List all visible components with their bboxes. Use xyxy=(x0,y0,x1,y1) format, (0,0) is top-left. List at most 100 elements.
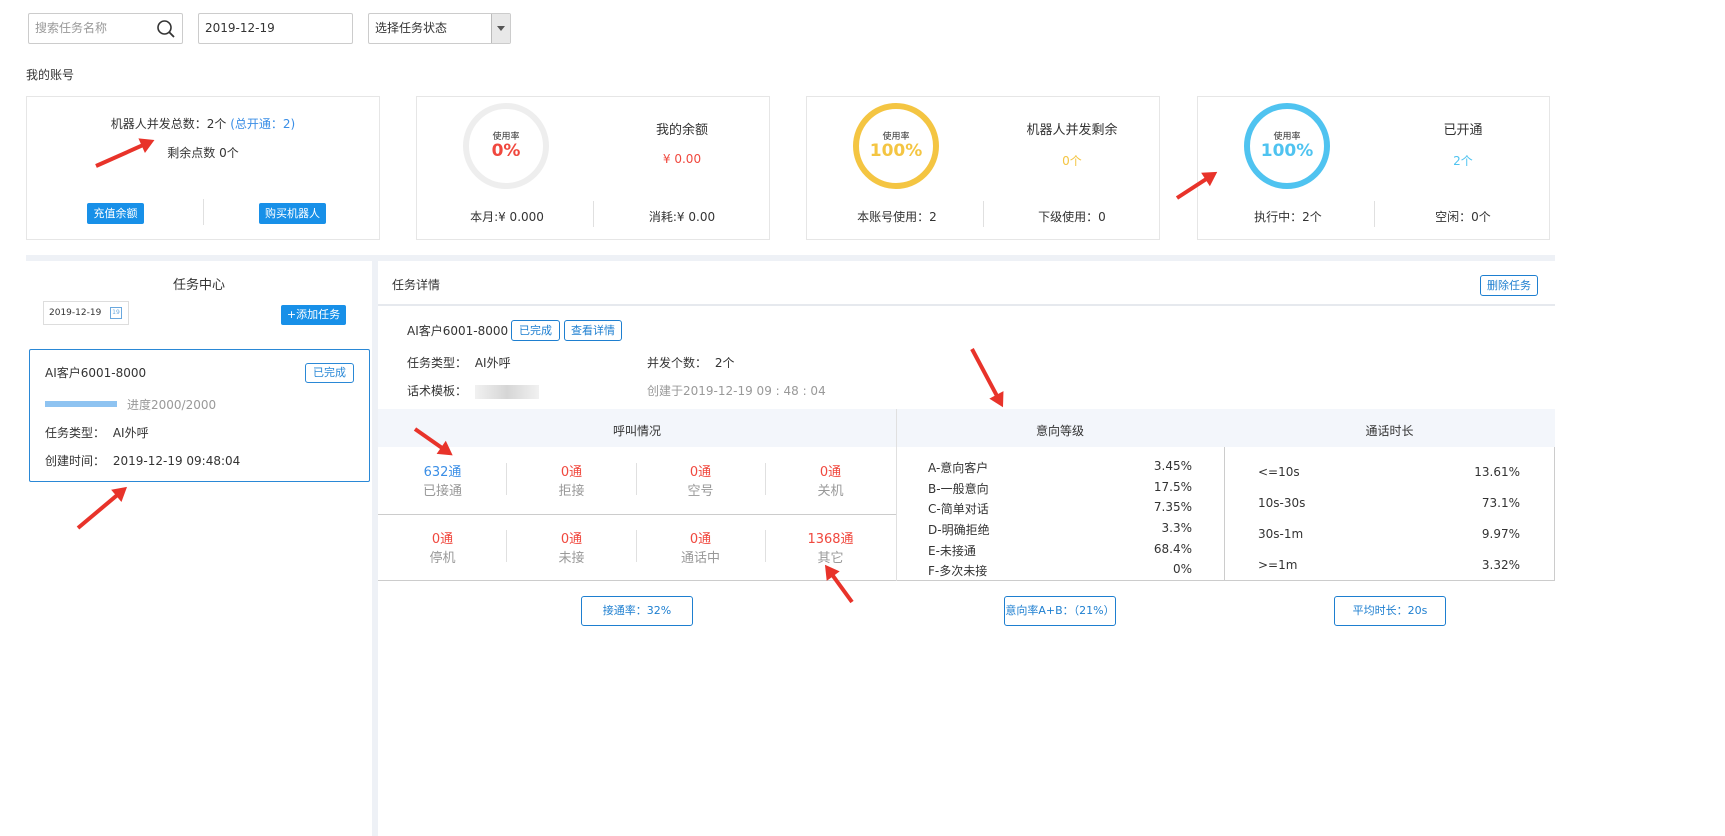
call-count: 0通 xyxy=(819,465,842,480)
card-title: 机器人并发剩余 xyxy=(1026,123,1118,138)
duration-list: <=10s 13.61% 10s-30s 73.1% 30s-1m 9.97% … xyxy=(1258,465,1520,589)
usage-ring: 使用率 100% xyxy=(853,103,939,189)
right-stat: 下级使用：0 xyxy=(1038,210,1106,224)
duration-value: 9.97% xyxy=(1481,527,1520,541)
chevron-down-icon[interactable] xyxy=(491,14,510,43)
search-input[interactable]: 搜索任务名称 xyxy=(28,13,183,44)
task-detail-panel: 任务详情 删除任务 AI客户6001-8000 已完成 查看详情 任务类型： A… xyxy=(378,261,1555,836)
calendar-day: 19 xyxy=(112,309,120,316)
delete-task-button[interactable]: 删除任务 xyxy=(1480,275,1538,296)
robot-opened-link[interactable]: (总开通：2) xyxy=(230,117,295,131)
call-label: 拒接 xyxy=(558,484,585,499)
calendar-icon[interactable]: 19 xyxy=(110,307,122,319)
intent-value: 17.5% xyxy=(1153,479,1192,494)
detail-concurrency-value: 2个 xyxy=(714,356,735,370)
call-cell: 0通 关机 xyxy=(765,461,896,499)
task-progress-text: 进度2000/2000 xyxy=(127,398,217,412)
usage-value: 0% xyxy=(491,141,521,161)
view-detail-button[interactable]: 查看详情 xyxy=(564,320,622,341)
call-cell: 0通 空号 xyxy=(636,461,765,499)
intent-label: B-一般意向 xyxy=(928,481,989,496)
call-count: 0通 xyxy=(689,465,712,480)
connect-rate-button[interactable]: 接通率：32% xyxy=(581,596,693,626)
call-count: 0通 xyxy=(689,532,712,547)
detail-concurrency: 并发个数： 2个 xyxy=(647,354,734,371)
avg-duration-button[interactable]: 平均时长：20s xyxy=(1334,596,1446,626)
intent-list: A-意向客户 3.45% B-一般意向 17.5% C-简单对话 7.35% D… xyxy=(928,459,1192,583)
duration-label: 10s-30s xyxy=(1258,496,1306,510)
date-filter-value: 2019-12-19 xyxy=(205,21,275,35)
call-cell: 0通 拒接 xyxy=(507,461,636,499)
intent-row: D-明确拒绝 3.3% xyxy=(928,521,1192,542)
call-label: 关机 xyxy=(817,484,844,499)
buy-robot-button[interactable]: 购买机器人 xyxy=(259,203,326,224)
duration-header: 通话时长 xyxy=(1365,424,1414,438)
detail-task-type: 任务类型： AI外呼 xyxy=(407,354,511,371)
call-count: 0通 xyxy=(560,532,583,547)
task-date-input[interactable]: 2019-12-19 19 xyxy=(43,301,129,325)
task-item-created: 创建时间： 2019-12-19 09:48:04 xyxy=(45,452,240,469)
task-type-label: 任务类型： xyxy=(45,426,106,440)
left-stat: 执行中：2个 xyxy=(1254,210,1322,224)
task-detail-title: 任务详情 xyxy=(392,278,441,292)
intent-label: F-多次未接 xyxy=(928,564,988,579)
right-stat: 空闲：0个 xyxy=(1435,210,1491,224)
search-icon[interactable] xyxy=(156,19,176,39)
task-item[interactable]: AI客户6001-8000 已完成 进度2000/2000 任务类型： AI外呼… xyxy=(29,349,370,482)
usage-ring: 使用率 0% xyxy=(463,103,549,189)
header-divider xyxy=(378,304,1555,306)
intent-header: 意向等级 xyxy=(1035,424,1084,438)
recharge-button[interactable]: 充值余额 xyxy=(87,203,144,224)
task-status-placeholder: 选择任务状态 xyxy=(375,21,448,35)
intent-value: 3.45% xyxy=(1153,459,1192,473)
card-title: 已开通 xyxy=(1443,123,1483,138)
robot-remaining-card: 使用率 100% 机器人并发剩余 0个 本账号使用：2 下级使用：0 xyxy=(806,96,1160,240)
task-item-type: 任务类型： AI外呼 xyxy=(45,424,149,441)
divider xyxy=(983,201,984,227)
call-cell: 0通 通话中 xyxy=(636,528,765,566)
balance-card: 使用率 0% 我的余额 ¥ 0.00 本月:¥ 0.000 消耗:¥ 0.00 xyxy=(416,96,770,240)
call-count: 0通 xyxy=(560,465,583,480)
opened-card: 使用率 100% 已开通 2个 执行中：2个 空闲：0个 xyxy=(1197,96,1550,240)
task-item-status-button[interactable]: 已完成 xyxy=(305,363,354,383)
search-placeholder: 搜索任务名称 xyxy=(35,21,108,35)
intent-label: C-简单对话 xyxy=(928,502,989,517)
usage-value: 100% xyxy=(1260,141,1314,161)
intent-row: B-一般意向 17.5% xyxy=(928,480,1192,501)
detail-created: 创建于2019-12-19 09 : 48 : 04 xyxy=(647,384,826,398)
intent-label: D-明确拒绝 xyxy=(928,523,990,538)
usage-value: 100% xyxy=(869,141,923,161)
intent-value: 0% xyxy=(1172,562,1192,577)
intent-label: A-意向客户 xyxy=(928,461,989,475)
duration-label: <=10s xyxy=(1258,465,1300,479)
divider xyxy=(1374,201,1375,227)
duration-label: >=1m xyxy=(1258,558,1298,572)
call-cell: 632通 已接通 xyxy=(378,461,507,499)
left-stat: 本月:¥ 0.000 xyxy=(470,210,544,224)
left-stat: 本账号使用：2 xyxy=(857,210,937,224)
row-divider xyxy=(378,514,896,515)
usage-ring: 使用率 100% xyxy=(1244,103,1330,189)
detail-template-label: 话术模板： xyxy=(407,384,468,398)
detail-task-name: AI客户6001-8000 xyxy=(407,324,509,338)
call-label: 停机 xyxy=(429,551,456,566)
detail-concurrency-label: 并发个数： xyxy=(647,356,708,370)
detail-status-button[interactable]: 已完成 xyxy=(511,320,560,341)
robot-total-label: 机器人并发总数： xyxy=(110,117,207,131)
card-value: 0个 xyxy=(1062,154,1082,168)
divider xyxy=(203,199,204,225)
intent-row: C-简单对话 7.35% xyxy=(928,500,1192,521)
col-divider xyxy=(1224,447,1225,581)
duration-row: 10s-30s 73.1% xyxy=(1258,496,1520,527)
intent-rate-button[interactable]: 意向率A+B：（21%） xyxy=(1004,596,1116,626)
date-filter-input[interactable]: 2019-12-19 xyxy=(198,13,353,44)
task-status-select[interactable]: 选择任务状态 xyxy=(368,13,511,44)
duration-label: 30s-1m xyxy=(1258,527,1304,541)
call-header: 呼叫情况 xyxy=(612,424,661,438)
robot-total-value: 2个 xyxy=(206,117,227,131)
intent-value: 3.3% xyxy=(1161,521,1193,536)
task-type-value: AI外呼 xyxy=(112,426,149,440)
add-task-button[interactable]: +添加任务 xyxy=(281,305,346,325)
detail-type-label: 任务类型： xyxy=(407,356,468,370)
call-cell: 0通 未接 xyxy=(507,528,636,566)
